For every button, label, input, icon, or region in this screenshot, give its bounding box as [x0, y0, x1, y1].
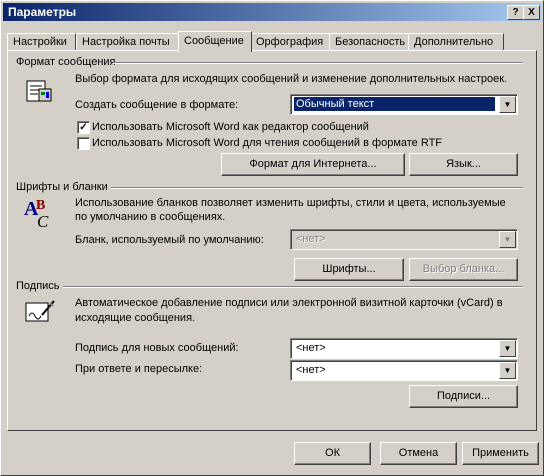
stationery-value: <нет>	[296, 233, 326, 245]
signature-separator	[63, 286, 523, 288]
options-dialog: Параметры ? X Настройки Настройка почты …	[0, 0, 544, 476]
message-format-select[interactable]: Обычный текст ▼	[290, 94, 518, 115]
tab-mail-setup[interactable]: Настройка почты	[76, 33, 180, 51]
message-tab-panel: Формат сообщения Выбор формата для исход…	[7, 50, 537, 431]
create-format-label: Создать сообщение в формате:	[75, 99, 239, 111]
use-word-rtf-checkbox[interactable]	[77, 137, 90, 150]
tab-spelling[interactable]: Орфография	[250, 33, 331, 51]
cancel-button[interactable]: Отмена	[380, 442, 457, 465]
format-description: Выбор формата для исходящих сообщений и …	[75, 73, 508, 85]
fonts-separator	[111, 187, 523, 189]
stationery-label: Бланк, используемый по умолчанию:	[75, 234, 264, 246]
svg-text:B: B	[36, 198, 45, 213]
svg-text:C: C	[37, 212, 49, 231]
signature-pen-icon	[25, 300, 55, 322]
internet-format-button[interactable]: Формат для Интернета...	[221, 153, 405, 176]
chevron-down-icon[interactable]: ▼	[499, 340, 516, 357]
format-section-header: Формат сообщения	[16, 56, 116, 68]
stationery-select[interactable]: <нет> ▼	[290, 229, 518, 250]
message-format-icon	[26, 80, 52, 102]
reply-signature-value: <нет>	[296, 364, 326, 376]
reply-signature-select[interactable]: <нет> ▼	[290, 360, 518, 381]
language-button[interactable]: Язык...	[409, 153, 518, 176]
use-word-editor-checkbox[interactable]: ✓	[77, 121, 90, 134]
fonts-section-header: Шрифты и бланки	[16, 181, 108, 193]
ok-button[interactable]: ОК	[294, 442, 371, 465]
new-signature-value: <нет>	[296, 342, 326, 354]
signature-description-line2: исходящие сообщения.	[75, 312, 196, 324]
window-title: Параметры	[8, 5, 77, 19]
chevron-down-icon[interactable]: ▼	[499, 362, 516, 379]
close-button[interactable]: X	[523, 5, 540, 20]
fonts-button[interactable]: Шрифты...	[294, 258, 404, 281]
chevron-down-icon[interactable]: ▼	[499, 231, 516, 248]
help-button[interactable]: ?	[507, 5, 524, 20]
chevron-down-icon[interactable]: ▼	[499, 96, 516, 113]
signature-description-line1: Автоматическое добавление подписи или эл…	[75, 297, 503, 309]
format-separator	[113, 62, 523, 64]
message-format-value: Обычный текст	[294, 97, 495, 111]
fonts-description-line1: Использование бланков позволяет изменить…	[75, 197, 506, 209]
signature-section-header: Подпись	[16, 280, 60, 292]
tab-message[interactable]: Сообщение	[178, 31, 252, 52]
tab-advanced[interactable]: Дополнительно	[408, 33, 504, 51]
fonts-description-line2: по умолчанию в сообщениях.	[75, 211, 226, 223]
new-signature-label: Подпись для новых сообщений:	[75, 342, 239, 354]
signatures-button[interactable]: Подписи...	[409, 385, 518, 408]
use-word-rtf-label[interactable]: Использовать Microsoft Word для чтения с…	[92, 137, 442, 149]
new-signature-select[interactable]: <нет> ▼	[290, 338, 518, 359]
title-bar[interactable]: Параметры ? X	[3, 3, 541, 21]
apply-button[interactable]: Применить	[462, 442, 539, 465]
tab-settings[interactable]: Настройки	[7, 33, 76, 51]
fonts-abc-icon: A B C	[24, 198, 49, 231]
use-word-editor-label[interactable]: Использовать Microsoft Word как редактор…	[92, 121, 369, 133]
reply-signature-label: При ответе и пересылке:	[75, 363, 203, 375]
choose-stationery-button[interactable]: Выбор бланка...	[409, 258, 518, 281]
tab-security[interactable]: Безопасность	[329, 33, 410, 51]
